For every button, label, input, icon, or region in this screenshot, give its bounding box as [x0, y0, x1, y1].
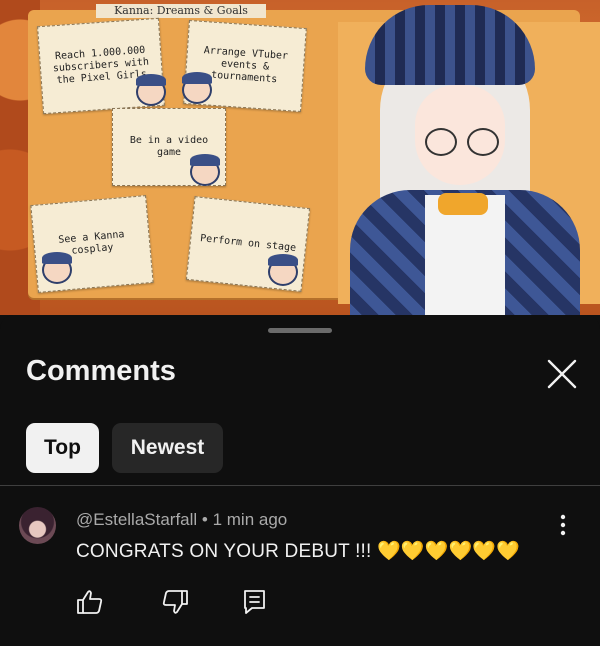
more-options-icon[interactable] — [554, 513, 572, 539]
sort-tab-top[interactable]: Top — [26, 423, 99, 473]
video-player[interactable]: Kanna: Dreams & Goals Reach 1.000.000 su… — [0, 0, 600, 315]
comment-text: CONGRATS ON YOUR DEBUT !!! 💛💛💛💛💛💛 — [76, 541, 521, 562]
divider — [0, 485, 600, 486]
comments-panel: Comments Top Newest @EstellaStarfall • 1… — [0, 315, 600, 646]
board-title: Kanna: Dreams & Goals — [96, 4, 266, 18]
chibi-sticker — [268, 254, 298, 286]
sort-tab-newest[interactable]: Newest — [112, 423, 223, 473]
close-icon[interactable] — [545, 357, 579, 391]
comment-author-line[interactable]: @EstellaStarfall • 1 min ago — [76, 510, 287, 530]
panel-title: Comments — [26, 355, 176, 387]
avatar[interactable] — [19, 507, 56, 544]
chibi-sticker — [136, 74, 166, 106]
vtuber-avatar — [330, 0, 590, 315]
chibi-sticker — [182, 72, 212, 104]
like-icon[interactable] — [75, 587, 105, 617]
chibi-sticker — [190, 154, 220, 186]
chibi-sticker — [42, 252, 72, 284]
reply-icon[interactable] — [240, 587, 270, 617]
dislike-icon[interactable] — [160, 587, 190, 617]
drag-handle[interactable] — [268, 328, 332, 333]
